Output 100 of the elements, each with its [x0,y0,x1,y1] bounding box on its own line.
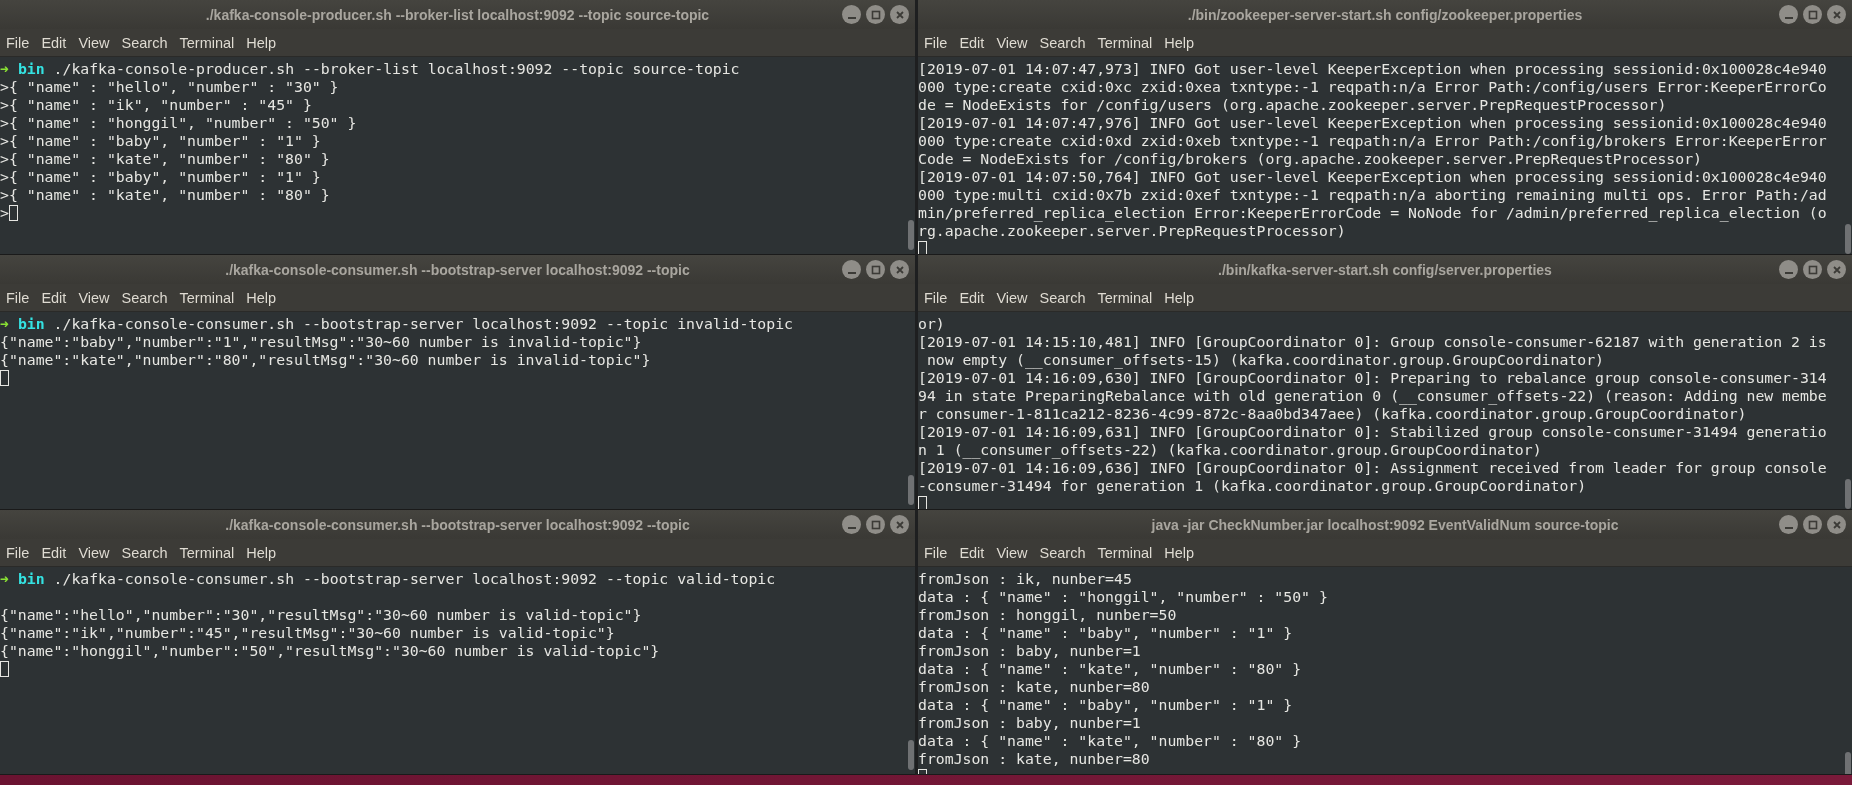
scrollbar[interactable] [908,475,914,505]
terminal-output: -consumer-31494 for generation 1 (kafka.coordinator.group.GroupCoordinator) [918,477,1587,495]
close-button[interactable] [890,515,909,534]
minimize-button[interactable] [842,515,861,534]
close-icon [1831,519,1842,530]
terminal-output: fromJson : baby, nunber=1 [918,714,1141,732]
menu-item[interactable]: Edit [953,544,991,561]
menu-item[interactable]: Terminal [173,34,241,51]
maximize-button[interactable] [866,260,885,279]
terminal-output: {"name":"hello","number":"30","resultMsg":"30~60 number is valid-topic"} [0,606,642,624]
prompt-directory: bin [17,315,45,333]
menu-item[interactable]: Help [240,34,283,51]
close-button[interactable] [1827,515,1846,534]
menu-item[interactable]: Search [1033,34,1092,51]
menu-item[interactable]: Search [115,289,174,306]
maximize-icon [1807,519,1818,530]
command-text: ./kafka-console-consumer.sh --bootstrap-server localhost:9092 --topic valid-topic [52,570,776,588]
terminal-output: fromJson : kate, nunber=80 [918,750,1150,768]
menu-item[interactable]: Terminal [1091,34,1159,51]
menu-item[interactable]: File [918,289,954,306]
window-title: ./kafka-console-producer.sh --broker-list localhost:9092 --topic source-topic [205,6,710,23]
menu-item[interactable]: Help [1158,34,1201,51]
menu-item[interactable]: File [918,544,954,561]
menu-item[interactable]: Help [1158,289,1201,306]
menu-item[interactable]: File [0,544,36,561]
menu-item[interactable]: Terminal [173,544,241,561]
terminal-output: 000 type:create cxid:0xd zxid:0xeb txntype:-1 reqpath:n/a Error Path:/config/brokers Error:KeeperError [918,132,1827,150]
menu-item[interactable]: Edit [35,289,73,306]
minimize-button[interactable] [842,260,861,279]
scrollbar[interactable] [908,220,914,250]
minimize-icon [847,16,856,19]
menu-item[interactable]: Edit [953,289,991,306]
maximize-icon [870,264,881,275]
menu-item[interactable]: File [918,34,954,51]
menu-item[interactable]: Terminal [1091,544,1159,561]
terminal-output: >{ "name" : "baby", "number" : "1" } [0,132,321,150]
terminal-output: {"name":"kate","number":"80","resultMsg":"30~60 number is invalid-topic"} [0,351,651,369]
prompt-arrow: ➜ [0,315,9,333]
minimize-button[interactable] [1779,515,1798,534]
minimize-button[interactable] [1779,5,1798,24]
terminal-output: [2019-07-01 14:07:47,976] INFO Got user-level KeeperException when processing sessionid:0x100028c4e940 [918,114,1827,132]
terminal-output: [2019-07-01 14:16:09,630] INFO [GroupCoordinator 0]: Preparing to rebalance group console-consumer-314 [918,369,1827,387]
menu-item[interactable]: Search [115,544,174,561]
menu-item[interactable]: Help [240,544,283,561]
menu-item[interactable]: Help [1158,544,1201,561]
terminal-output: fromJson : baby, nunber=1 [918,642,1141,660]
terminal-cursor [0,370,9,386]
menu-item[interactable]: File [0,289,36,306]
window-title: java -jar CheckNumber.jar localhost:9092 EventValidNum source-topic [1151,516,1619,533]
close-button[interactable] [1827,5,1846,24]
scrollbar[interactable] [1845,479,1851,509]
minimize-icon [847,271,856,274]
scrollbar[interactable] [908,740,914,770]
close-button[interactable] [890,260,909,279]
minimize-button[interactable] [1779,260,1798,279]
window-title: ./kafka-console-consumer.sh --bootstrap-server localhost:9092 --topic [225,261,690,278]
maximize-button[interactable] [1803,260,1822,279]
prompt-arrow: ➜ [0,60,9,78]
menu-item[interactable]: View [990,34,1034,51]
close-icon [1831,264,1842,275]
menu-item[interactable]: Search [1033,289,1092,306]
menu-item[interactable]: Edit [35,544,73,561]
close-button[interactable] [890,5,909,24]
menu-item[interactable]: Help [240,289,283,306]
close-button[interactable] [1827,260,1846,279]
menu-item[interactable]: Edit [35,34,73,51]
scrollbar[interactable] [1845,752,1851,774]
close-icon [1831,9,1842,20]
menu-item[interactable]: Terminal [173,289,241,306]
menu-item[interactable]: Terminal [1091,289,1159,306]
maximize-icon [1807,9,1818,20]
terminal-output: data : { "name" : "kate", "number" : "80" } [918,660,1302,678]
prompt-arrow: ➜ [0,570,9,588]
terminal-output: rg.apache.zookeeper.server.PrepRequestProcessor) [918,222,1346,240]
maximize-button[interactable] [866,5,885,24]
terminal-output: [2019-07-01 14:07:50,764] INFO Got user-level KeeperException when processing sessionid:0x100028c4e940 [918,168,1827,186]
maximize-button[interactable] [1803,5,1822,24]
terminal-output: >{ "name" : "kate", "number" : "80" } [0,150,330,168]
menu-item[interactable]: Search [1033,544,1092,561]
menu-item[interactable]: Search [115,34,174,51]
maximize-button[interactable] [866,515,885,534]
scrollbar[interactable] [1845,224,1851,254]
menu-item[interactable]: View [72,34,116,51]
menu-item[interactable]: View [72,544,116,561]
window-title: ./bin/zookeeper-server-start.sh config/zookeeper.properties [1187,6,1583,23]
minimize-button[interactable] [842,5,861,24]
terminal-cursor [0,661,9,677]
menu-item[interactable]: Edit [953,34,991,51]
terminal-output: data : { "name" : "baby", "number" : "1" } [918,624,1293,642]
terminal-output: Code = NodeExists for /config/brokers (org.apache.zookeeper.server.PrepRequestProcessor) [918,150,1702,168]
menu-item[interactable]: View [72,289,116,306]
terminal-output: [2019-07-01 14:16:09,636] INFO [GroupCoordinator 0]: Assignment received from leader for group console [918,459,1827,477]
window-title: ./kafka-console-consumer.sh --bootstrap-server localhost:9092 --topic [225,516,690,533]
menu-item[interactable]: File [0,34,36,51]
terminal-output: n 1 (__consumer_offsets-22) (kafka.coordinator.group.GroupCoordinator) [918,441,1542,459]
menu-item[interactable]: View [990,544,1034,561]
menu-item[interactable]: View [990,289,1034,306]
maximize-button[interactable] [1803,515,1822,534]
command-text: ./kafka-console-producer.sh --broker-list localhost:9092 --topic source-topic [52,60,740,78]
terminal-output: {"name":"honggil","number":"50","resultMsg":"30~60 number is valid-topic"} [0,642,660,660]
